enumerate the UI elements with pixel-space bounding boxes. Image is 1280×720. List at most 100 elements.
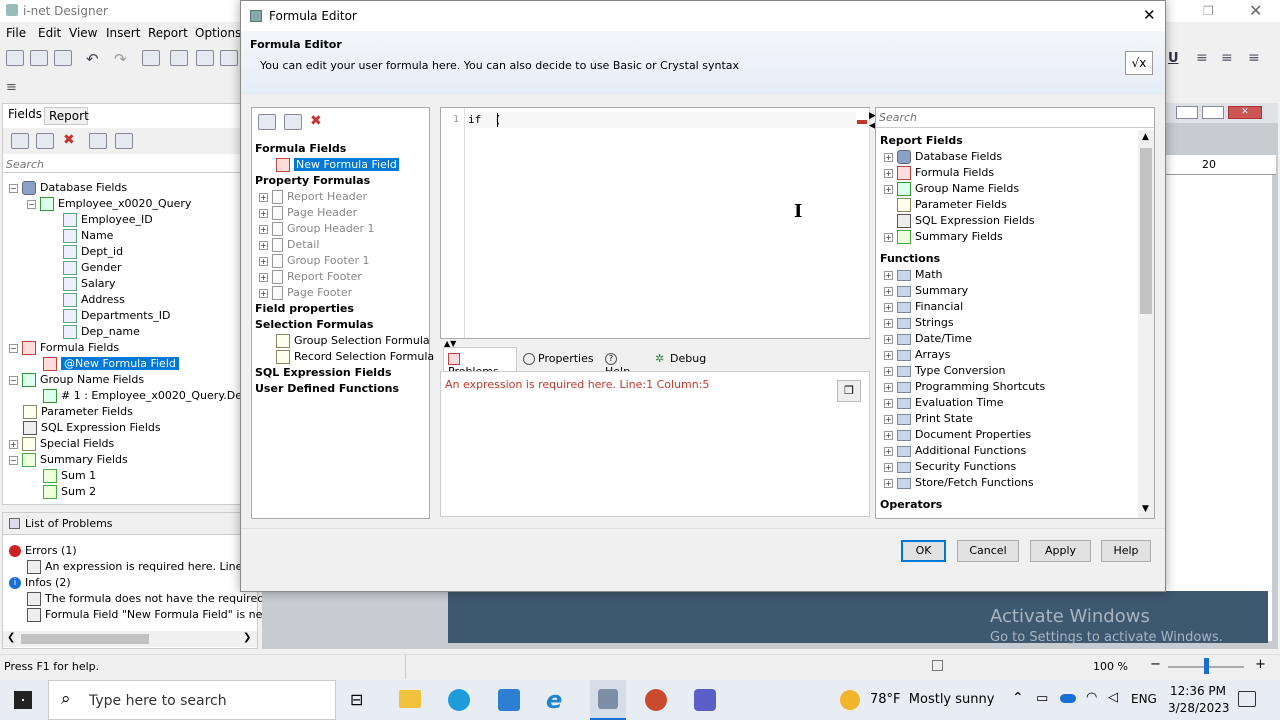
tree-field-salary[interactable]: Salary	[63, 276, 116, 292]
problem-message[interactable]: An expression is required here. Line:1 C…	[445, 378, 709, 391]
dialog-close-icon[interactable]: ✕	[1143, 6, 1156, 24]
edge-icon[interactable]	[448, 689, 470, 711]
tree-group-name-fields[interactable]: − Group Name Fields	[9, 372, 144, 388]
scroll-up-icon[interactable]: ▲	[1142, 132, 1149, 142]
notification-icon[interactable]	[1238, 691, 1256, 707]
detail-item[interactable]: + Detail	[259, 237, 319, 253]
function-category-item[interactable]: + Date/Time	[884, 331, 972, 347]
rf-parameter-fields[interactable]: Parameter Fields	[897, 197, 1007, 213]
save-icon[interactable]	[54, 50, 72, 66]
menu-view[interactable]: View	[69, 26, 97, 40]
zoom-out-icon[interactable]: −	[1150, 657, 1161, 672]
tree-field-dept-id[interactable]: Dept_id	[63, 244, 123, 260]
copy-field-icon[interactable]	[89, 133, 107, 149]
function-category-item[interactable]: + Financial	[884, 299, 963, 315]
teams-icon[interactable]	[694, 689, 716, 711]
powerpoint-icon[interactable]	[645, 689, 667, 711]
rf-summary-fields[interactable]: + Summary Fields	[884, 229, 1003, 245]
tree-database-fields[interactable]: − Database Fields	[9, 180, 127, 196]
rf-database-fields[interactable]: + Database Fields	[884, 149, 1002, 165]
close-icon[interactable]: ✕	[1249, 1, 1262, 20]
align-center-icon[interactable]: ≡	[1221, 50, 1233, 66]
tree-sum-1[interactable]: Sum 1	[43, 468, 96, 484]
list-icon[interactable]	[220, 50, 238, 66]
format-icon[interactable]	[142, 50, 160, 66]
function-category-item[interactable]: + Summary	[884, 283, 968, 299]
tree-field-gender[interactable]: Gender	[63, 260, 122, 276]
function-search-input[interactable]	[876, 108, 1154, 128]
function-category-item[interactable]: + Arrays	[884, 347, 950, 363]
open-icon[interactable]	[30, 50, 48, 66]
close-icon[interactable]: ✕	[1228, 106, 1262, 119]
wifi-icon[interactable]: ◠	[1086, 690, 1097, 705]
function-category-item[interactable]: + Additional Functions	[884, 443, 1026, 459]
field-properties-section[interactable]: Field properties	[255, 301, 354, 317]
delete-formula-icon[interactable]: ✖	[310, 113, 322, 129]
menu-insert[interactable]: Insert	[106, 26, 140, 40]
tab-help[interactable]: ?Help	[602, 347, 648, 378]
tree-special-fields[interactable]: + Special Fields	[9, 436, 114, 452]
copy-icon[interactable]: ❐	[837, 380, 861, 402]
rf-formula-fields[interactable]: + Formula Fields	[884, 165, 994, 181]
minimize-icon[interactable]	[1176, 106, 1198, 119]
function-category-item[interactable]: + Document Properties	[884, 427, 1031, 443]
ok-button[interactable]: OK	[901, 540, 946, 562]
function-category-item[interactable]: + Print State	[884, 411, 973, 427]
rf-sql-expression-fields[interactable]: SQL Expression Fields	[897, 213, 1035, 229]
menu-lines-icon[interactable]: ≡	[6, 80, 17, 95]
group-footer-item[interactable]: + Group Footer 1	[259, 253, 369, 269]
rename-formula-icon[interactable]	[284, 114, 302, 130]
undo-icon[interactable]: ↶	[86, 50, 99, 68]
function-category-item[interactable]: + Store/Fetch Functions	[884, 475, 1034, 491]
tree-field-address[interactable]: Address	[63, 292, 125, 308]
page-header-item[interactable]: + Page Header	[259, 205, 357, 221]
task-view-icon[interactable]: ⊟	[350, 690, 363, 709]
group-header-item[interactable]: + Group Header 1	[259, 221, 375, 237]
function-category-item[interactable]: + Math	[884, 267, 943, 283]
menu-report[interactable]: Report	[148, 26, 188, 40]
tree-employee-query[interactable]: − Employee_x0020_Query	[27, 196, 191, 212]
function-category-item[interactable]: + Type Conversion	[884, 363, 1005, 379]
rename-field-icon[interactable]	[115, 133, 133, 149]
redo-icon[interactable]: ↷	[114, 50, 127, 68]
designer-app-icon[interactable]	[590, 680, 626, 720]
volume-icon[interactable]: ◁	[1108, 690, 1118, 705]
menu-edit[interactable]: Edit	[38, 26, 61, 40]
tree-field-employee-id[interactable]: Employee_ID	[63, 212, 153, 228]
align-icon[interactable]	[196, 50, 214, 66]
scroll-thumb[interactable]	[21, 634, 149, 644]
error-marker[interactable]	[857, 120, 867, 124]
edit-field-icon[interactable]	[36, 133, 54, 149]
tree-formula-fields[interactable]: − Formula Fields	[9, 340, 119, 356]
tree-field-departments-id[interactable]: Departments_ID	[63, 308, 171, 324]
function-category-item[interactable]: + Security Functions	[884, 459, 1016, 475]
rf-group-name-fields[interactable]: + Group Name Fields	[884, 181, 1019, 197]
report-footer-item[interactable]: + Report Footer	[259, 269, 362, 285]
field-icon[interactable]	[170, 50, 188, 66]
tree-sum-2[interactable]: Sum 2	[43, 484, 96, 500]
tree-new-formula-field[interactable]: @New Formula Field	[43, 356, 179, 372]
align-right-icon[interactable]: ≡	[1248, 50, 1260, 66]
errors-group[interactable]: Errors (1)	[9, 543, 77, 559]
add-field-icon[interactable]	[11, 133, 29, 149]
user-defined-functions-section[interactable]: User Defined Functions	[255, 381, 399, 397]
new-icon[interactable]	[6, 50, 24, 66]
store-icon[interactable]	[498, 689, 520, 711]
tab-problems[interactable]: Problems	[443, 347, 517, 378]
align-left-icon[interactable]: ≡	[1196, 50, 1208, 66]
problems-hscrollbar[interactable]: ❮ ❯	[3, 631, 257, 647]
function-category-item[interactable]: + Programming Shortcuts	[884, 379, 1045, 395]
function-category-item[interactable]: + Strings	[884, 315, 954, 331]
page-footer-item[interactable]: + Page Footer	[259, 285, 352, 301]
info-item[interactable]: Formula Field "New Formula Field" is nev…	[27, 607, 291, 623]
file-explorer-icon[interactable]	[399, 690, 421, 708]
taskbar-search[interactable]: ⌕ Type here to search	[48, 680, 336, 720]
tree-parameter-fields[interactable]: Parameter Fields	[23, 404, 133, 420]
group-selection-formula-item[interactable]: Group Selection Formula	[276, 333, 430, 349]
page-icon[interactable]	[932, 660, 943, 671]
menu-file[interactable]: File	[6, 26, 26, 40]
language-indicator[interactable]: ENG	[1131, 692, 1157, 706]
zoom-in-icon[interactable]: +	[1255, 657, 1266, 672]
record-selection-formula-item[interactable]: Record Selection Formula	[276, 349, 434, 365]
help-button[interactable]: Help	[1101, 540, 1151, 562]
